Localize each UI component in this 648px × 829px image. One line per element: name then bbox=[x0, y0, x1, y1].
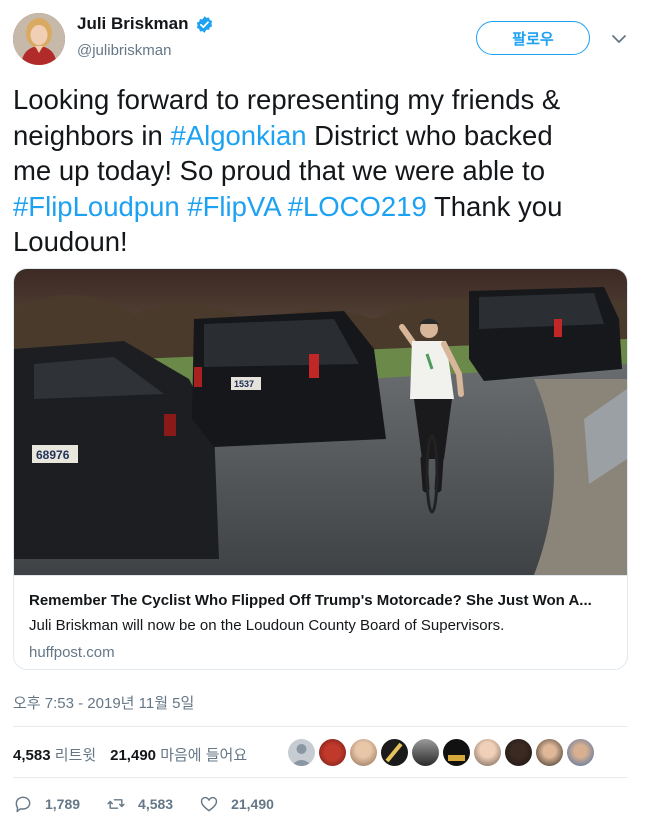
hashtag-link[interactable]: #FlipLoudpun bbox=[13, 191, 180, 222]
tweet-text-segment: District who backed bbox=[306, 119, 553, 151]
retweet-stat-count: 4,583 bbox=[13, 747, 51, 764]
card-domain: huffpost.com bbox=[29, 644, 115, 661]
tweet-stats: 4,583 리트윗 21,490 마음에 들어요 bbox=[13, 744, 247, 765]
like-stat-label: 마음에 들어요 bbox=[160, 747, 248, 764]
reply-icon bbox=[15, 796, 31, 813]
liker-avatar[interactable] bbox=[319, 739, 346, 766]
plate-left: 68976 bbox=[36, 448, 70, 462]
follow-button[interactable]: 팔로우 bbox=[476, 21, 590, 55]
tweet-text-segment: Thank you bbox=[426, 190, 563, 222]
retweet-stat-label: 리트윗 bbox=[54, 747, 97, 764]
tweet-text-segment bbox=[280, 191, 288, 222]
card-description: Juli Briskman will now be on the Loudoun… bbox=[29, 617, 505, 634]
liker-avatar[interactable] bbox=[505, 739, 532, 766]
tweet-text-segment: neighbors in bbox=[13, 119, 171, 151]
tweet-text-segment: me up today! So proud that we were able … bbox=[13, 155, 545, 186]
divider bbox=[13, 726, 628, 727]
divider bbox=[13, 777, 628, 778]
liker-avatar[interactable] bbox=[536, 739, 563, 766]
tweet-text-line: Looking forward to representing my frien… bbox=[13, 82, 638, 118]
like-stat[interactable]: 21,490 마음에 들어요 bbox=[110, 744, 247, 765]
tweet-text-line: me up today! So proud that we were able … bbox=[13, 153, 638, 189]
tweet-timestamp[interactable]: 오후 7:53 - 2019년 11월 5일 bbox=[13, 692, 194, 713]
liker-avatar[interactable] bbox=[412, 739, 439, 766]
retweet-button[interactable]: 4,583 bbox=[106, 794, 173, 814]
retweet-count: 4,583 bbox=[138, 796, 174, 812]
hashtag-link[interactable]: #LOCO219 bbox=[288, 191, 427, 222]
tweet-text-line: neighbors in #Algonkian District who bac… bbox=[13, 118, 638, 154]
verified-badge-icon bbox=[196, 15, 212, 33]
plate-middle: 1537 bbox=[234, 379, 254, 389]
reply-button[interactable]: 1,789 bbox=[13, 794, 80, 814]
liker-avatar[interactable] bbox=[381, 739, 408, 766]
chevron-down-icon[interactable] bbox=[610, 30, 628, 48]
liker-avatar[interactable] bbox=[443, 739, 470, 766]
display-name-row[interactable]: Juli Briskman bbox=[77, 14, 214, 34]
tweet-text-line: Loudoun! bbox=[13, 224, 638, 260]
hashtag-link[interactable]: #FlipVA bbox=[187, 191, 280, 222]
tweet-text-line: #FlipLoudpun #FlipVA #LOCO219 Thank you bbox=[13, 189, 638, 225]
like-button[interactable]: 21,490 bbox=[199, 794, 274, 814]
retweet-icon bbox=[107, 799, 125, 809]
card-body[interactable]: Remember The Cyclist Who Flipped Off Tru… bbox=[14, 575, 627, 669]
liker-avatar[interactable] bbox=[350, 739, 377, 766]
tweet-text-segment: Looking forward to representing my frien… bbox=[13, 84, 561, 115]
display-name[interactable]: Juli Briskman bbox=[77, 14, 189, 34]
heart-icon bbox=[200, 796, 218, 812]
tweet-text: Looking forward to representing my frien… bbox=[13, 82, 638, 260]
avatar[interactable] bbox=[13, 13, 65, 65]
like-stat-count: 21,490 bbox=[110, 747, 157, 764]
link-card[interactable]: 68976 1537 Remember The Cyclist Who Flip… bbox=[13, 268, 628, 670]
liker-avatars bbox=[288, 739, 594, 767]
user-handle[interactable]: @julibriskman bbox=[77, 42, 171, 59]
tweet-text-segment: Loudoun! bbox=[13, 226, 128, 257]
hashtag-link[interactable]: #Algonkian bbox=[170, 120, 306, 151]
card-title[interactable]: Remember The Cyclist Who Flipped Off Tru… bbox=[29, 592, 614, 609]
liker-avatar[interactable] bbox=[567, 739, 594, 766]
liker-avatar[interactable] bbox=[288, 739, 315, 766]
tweet-actions: 1,789 4,583 21,490 bbox=[13, 794, 300, 814]
card-image: 68976 1537 bbox=[14, 269, 627, 575]
reply-count: 1,789 bbox=[45, 796, 81, 812]
like-count: 21,490 bbox=[231, 796, 274, 812]
liker-avatar[interactable] bbox=[474, 739, 501, 766]
retweet-stat[interactable]: 4,583 리트윗 bbox=[13, 744, 96, 765]
